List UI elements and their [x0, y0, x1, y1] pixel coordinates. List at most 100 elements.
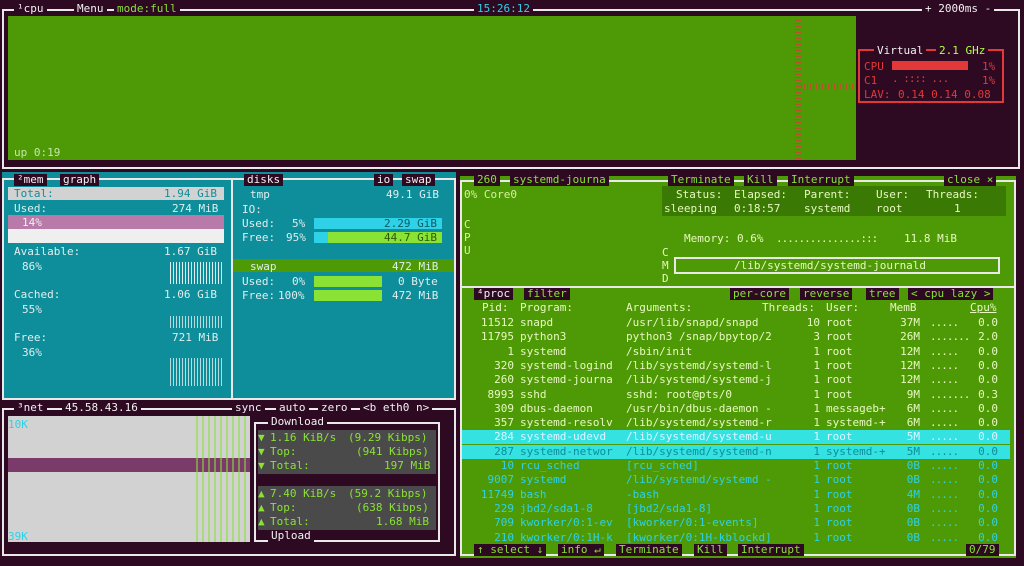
download-total-label: Total:	[270, 459, 310, 472]
info-button[interactable]: info ↵	[558, 544, 604, 556]
disk-tmp-used-pct: 5%	[292, 217, 306, 230]
cpu-cell: 0.0	[978, 444, 998, 458]
process-row[interactable]: 11749 bash -bash 1 root 4M 0.0.....	[462, 488, 1010, 502]
mem-free-label: Free:	[14, 331, 48, 344]
mem-free-value: 721 MiB	[172, 331, 219, 344]
mode-button[interactable]: mode:full	[114, 3, 180, 15]
mem-used-bar-empty	[8, 229, 224, 243]
kill-button[interactable]: Kill	[694, 544, 727, 556]
update-rate[interactable]: + 2000ms -	[922, 3, 995, 15]
detail-terminate-button[interactable]: Terminate	[668, 174, 734, 186]
memory-size: 11.8 MiB	[904, 232, 957, 245]
threads-col-header[interactable]: Threads:	[762, 301, 815, 315]
mem-cached-pct: 55%	[22, 303, 42, 316]
swap-toggle[interactable]: swap	[402, 174, 435, 186]
process-row[interactable]: 287 systemd-networ/lib/systemd/systemd-n 1…	[462, 444, 1010, 459]
user-cell: messageb+	[826, 401, 886, 415]
process-row[interactable]: 229 jbd2/sda1-8 [jbd2/sda1-8] 1 root 0B 0.0...…	[462, 502, 1010, 516]
user-col-header[interactable]: User:	[826, 301, 859, 315]
swap-free-label: Free:	[242, 289, 276, 302]
mem-cell: 12M	[900, 344, 920, 358]
threads-header: Threads:	[926, 188, 979, 201]
process-row[interactable]: 11512 snapd/usr/lib/snapd/snapd 10 root 37M 0…	[462, 316, 1010, 330]
process-row[interactable]: 10 rcu_sched [rcu_sched] 1 root 0B 0.0.....	[462, 459, 1010, 473]
net-auto-toggle[interactable]: auto	[276, 402, 309, 414]
process-row[interactable]: 709 kworker/0:1-ev [kworker/0:1-events] 1 ro…	[462, 516, 1010, 530]
cpu-mini-graph: .....	[930, 416, 959, 430]
net-interface-selector[interactable]: <b eth0 n>	[360, 402, 433, 414]
core-row-pct: 1%	[982, 74, 996, 87]
process-row[interactable]: 309 dbus-daemon/usr/bin/dbus-daemon - 1 mes…	[462, 402, 1010, 416]
upload-icon: ▲	[258, 487, 265, 500]
mem-cell: 9M	[906, 387, 920, 401]
threads-cell: 1	[813, 430, 820, 444]
interrupt-button[interactable]: Interrupt	[738, 544, 804, 556]
net-tab[interactable]: ³net	[14, 402, 47, 414]
per-core-toggle[interactable]: per-core	[730, 288, 789, 300]
mem-tab[interactable]: ²mem	[14, 174, 47, 186]
net-scale-bottom: 39K	[8, 530, 28, 543]
mem-total-label: Total:	[14, 187, 54, 200]
threads-cell: 1	[813, 344, 820, 358]
cpu-cell: 2.0	[978, 330, 998, 344]
mem-available-pct: 86%	[22, 260, 42, 273]
process-row[interactable]: 8993 sshd sshd: root@pts/0 1 root 9M 0.3......…	[462, 388, 1010, 402]
swap-free-value: 472 MiB	[392, 289, 439, 302]
detail-kill-button[interactable]: Kill	[744, 174, 777, 186]
process-row[interactable]: 1 systemd/sbin/init 1 root 12M 0.0.....	[462, 345, 1010, 359]
memb-header[interactable]: MemB	[890, 301, 917, 315]
cpu-cell: 0.0	[978, 316, 998, 329]
process-row[interactable]: 210 kworker/0:1H-k [kworker/0:1H-kblockd] 1…	[462, 531, 1010, 545]
mem-box	[2, 178, 456, 400]
reverse-toggle[interactable]: reverse	[800, 288, 853, 300]
mem-cell: 0B	[906, 530, 920, 544]
swap-free-pct: 100%	[278, 289, 305, 302]
elapsed-value: 0:18:57	[734, 202, 781, 215]
detail-interrupt-button[interactable]: Interrupt	[788, 174, 854, 186]
io-toggle[interactable]: io	[374, 174, 394, 186]
args-header[interactable]: Arguments:	[626, 301, 692, 315]
disk-tmp-io: IO:	[242, 203, 262, 216]
cpu-mini-graph: .....	[930, 473, 959, 487]
net-sync-toggle[interactable]: sync	[232, 402, 265, 414]
sort-selector[interactable]: < cpu lazy >	[908, 288, 994, 300]
cpu-model: Virtual	[874, 45, 927, 57]
proc-filter[interactable]: filter	[524, 288, 570, 300]
pid-header[interactable]: Pid:	[482, 301, 509, 315]
process-row[interactable]: 357 systemd-resolv/lib/systemd/systemd-r 1…	[462, 416, 1010, 430]
user-cell: root	[826, 373, 853, 387]
mem-cell: 6M	[906, 416, 920, 430]
process-row[interactable]: 11795 python3 python3 /snap/bpytop/2 3 root 2…	[462, 330, 1010, 344]
terminate-button[interactable]: Terminate	[616, 544, 682, 556]
cpu-cell: 0.0	[978, 344, 998, 358]
process-row[interactable]: 260 systemd-journa/lib/systemd/systemd-j 1…	[462, 373, 1010, 387]
clock: 15:26:12	[474, 3, 533, 15]
user-cell: root	[826, 387, 853, 401]
threads-cell: 10	[806, 316, 820, 329]
program-cell: systemd-logind	[520, 358, 613, 372]
menu-button[interactable]: Menu	[74, 3, 107, 15]
detail-close-button[interactable]: close ×	[944, 174, 997, 186]
net-scale-top: 10K	[8, 418, 28, 431]
process-row[interactable]: 284 systemd-udevd/lib/systemd/systemd-u 1 r…	[462, 430, 1010, 445]
tree-toggle[interactable]: tree	[866, 288, 899, 300]
args-cell: /usr/lib/snapd/snapd	[626, 316, 759, 329]
cpu-freq: 2.1 GHz	[936, 45, 989, 57]
args-cell: [rcu_sched]	[626, 459, 699, 472]
process-row[interactable]: 320 systemd-logind/lib/systemd/systemd-l 1…	[462, 359, 1010, 373]
threads-cell: 1	[813, 501, 820, 515]
cpu-tab[interactable]: ¹cpu	[14, 3, 47, 15]
select-hint[interactable]: ↑ select ↓	[474, 544, 547, 556]
program-header[interactable]: Program:	[520, 301, 573, 315]
cpu-header[interactable]: Cpu%	[970, 301, 997, 315]
pid-cell: 287	[494, 444, 514, 458]
net-graph-spikes	[196, 416, 250, 542]
process-row[interactable]: 9007 systemd/lib/systemd/systemd - 1 root 0B…	[462, 473, 1010, 487]
cpu-row-pct: 1%	[982, 60, 996, 73]
mem-graph-toggle[interactable]: graph	[60, 174, 100, 186]
user-cell: systemd-+	[826, 444, 886, 458]
net-zero-toggle[interactable]: zero	[318, 402, 351, 414]
download-top-icon: ▼	[258, 445, 265, 458]
proc-tab[interactable]: ⁴proc	[474, 288, 514, 300]
args-cell: /lib/systemd/systemd-u	[626, 430, 772, 444]
